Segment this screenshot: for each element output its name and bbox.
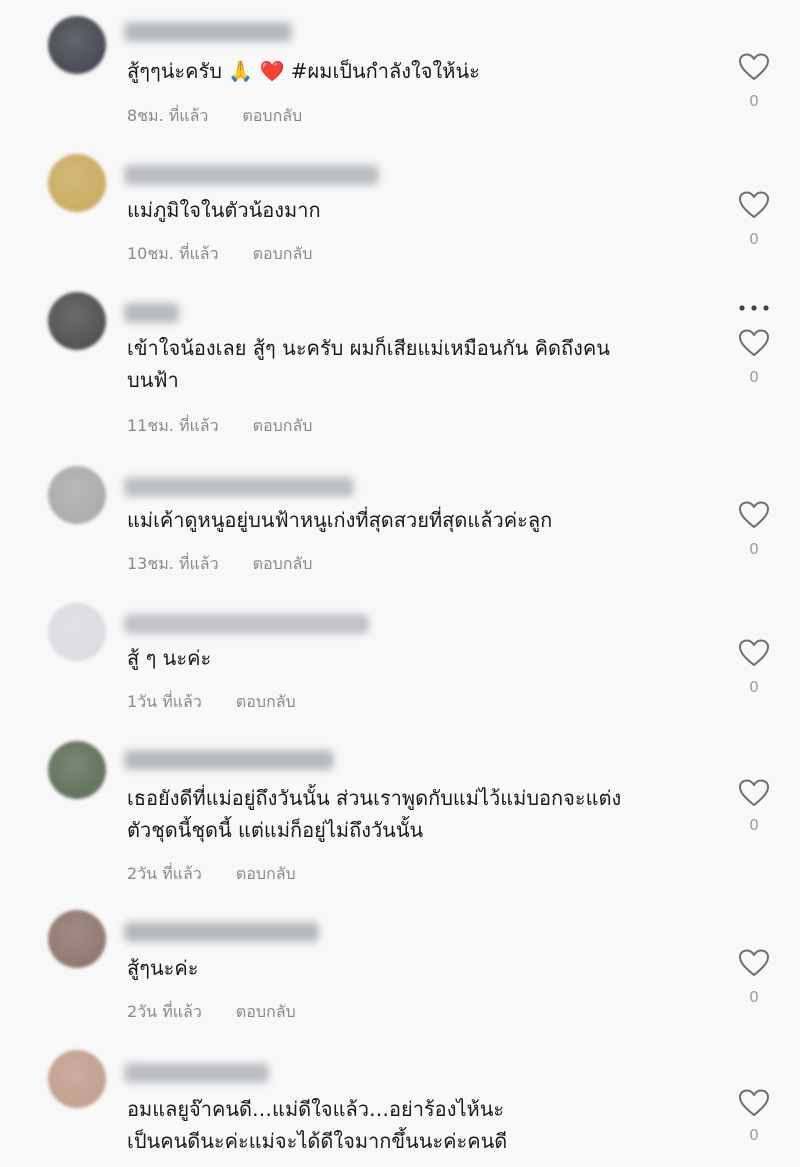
avatar[interactable] [48,603,106,661]
like-count: 0 [749,678,759,696]
comment-meta: 2วัน ที่แล้ว ตอบกลับ [127,862,296,887]
comment-text: เธอยังดีที่แม่อยู่ถึงวันนั้น ส่วนเราพูดก… [127,786,622,842]
comment-meta: 13ชม. ที่แล้ว ตอบกลับ [127,552,312,577]
reply-button[interactable]: ตอบกลับ [253,414,313,439]
comment-timestamp: 10ชม. ที่แล้ว [127,244,219,263]
username-blurred[interactable] [124,303,179,323]
comment-text: เข้าใจน้องเลย สู้ๆ นะครับ ผมก็เสียแม่เหม… [127,336,610,392]
heart-outline-icon[interactable] [738,52,770,82]
comment-text: สู้ ๆ นะค่ะ [127,646,212,670]
like-count: 0 [749,1126,759,1144]
comment-timestamp: 11ชม. ที่แล้ว [127,416,219,435]
reply-button[interactable]: ตอบกลับ [242,104,302,129]
avatar[interactable] [48,741,106,799]
reply-button[interactable]: ตอบกลับ [253,242,313,267]
username-blurred[interactable] [124,614,369,634]
username-blurred[interactable] [124,1063,269,1083]
avatar[interactable] [48,16,106,74]
heart-outline-icon[interactable] [738,948,770,978]
comment-text: แม่ภูมิใจในตัวน้องมาก [127,198,321,222]
like-count: 0 [749,368,759,386]
avatar[interactable] [48,910,106,968]
comment-meta: 1วัน ที่แล้ว ตอบกลับ [127,690,296,715]
like-count: 0 [749,540,759,558]
heart-outline-icon[interactable] [738,190,770,220]
like-count: 0 [749,988,759,1006]
comment-meta: 11ชม. ที่แล้ว ตอบกลับ [127,414,312,439]
avatar[interactable] [48,466,106,524]
reply-button[interactable]: ตอบกลับ [236,690,296,715]
heart-outline-icon[interactable] [738,328,770,358]
reply-button[interactable]: ตอบกลับ [236,862,296,887]
heart-outline-icon[interactable] [738,500,770,530]
comment-meta: 10ชม. ที่แล้ว ตอบกลับ [127,242,312,267]
username-blurred[interactable] [124,750,334,770]
username-blurred[interactable] [124,922,319,942]
like-count: 0 [749,816,759,834]
like-count: 0 [749,230,759,248]
comment-timestamp: 2วัน ที่แล้ว [127,1002,202,1021]
username-blurred[interactable] [124,165,379,185]
avatar[interactable] [48,1050,106,1108]
reply-button[interactable]: ตอบกลับ [253,552,313,577]
heart-outline-icon[interactable] [738,778,770,808]
comment-timestamp: 2วัน ที่แล้ว [127,864,202,883]
avatar[interactable] [48,154,106,212]
comment-timestamp: 1วัน ที่แล้ว [127,692,202,711]
heart-outline-icon[interactable] [738,638,770,668]
comment-text: สู้ๆๆน่ะครับ 🙏 ❤️ #ผมเป็นกำลังใจให้น่ะ [127,59,480,83]
avatar[interactable] [48,292,106,350]
reply-button[interactable]: ตอบกลับ [236,1000,296,1025]
comment-meta: 8ชม. ที่แล้ว ตอบกลับ [127,104,302,129]
username-blurred[interactable] [124,477,354,497]
comment-timestamp: 8ชม. ที่แล้ว [127,106,209,125]
comment-timestamp: 13ชม. ที่แล้ว [127,554,219,573]
comment-meta: 2วัน ที่แล้ว ตอบกลับ [127,1000,296,1025]
more-horizontal-icon[interactable] [736,300,772,316]
username-blurred[interactable] [124,22,292,42]
comment-text: สู้ๆนะค่ะ [127,956,199,980]
comment-text: อมแลยูจ๊าคนดี…แม่ดีใจแล้ว…อย่าร้องไห้นะ … [127,1097,508,1153]
like-count: 0 [749,92,759,110]
comment-text: แม่เค้าดูหนูอยู่บนฟ้าหนูเก่งที่สุดสวยที่… [127,508,553,532]
heart-outline-icon[interactable] [738,1088,770,1118]
